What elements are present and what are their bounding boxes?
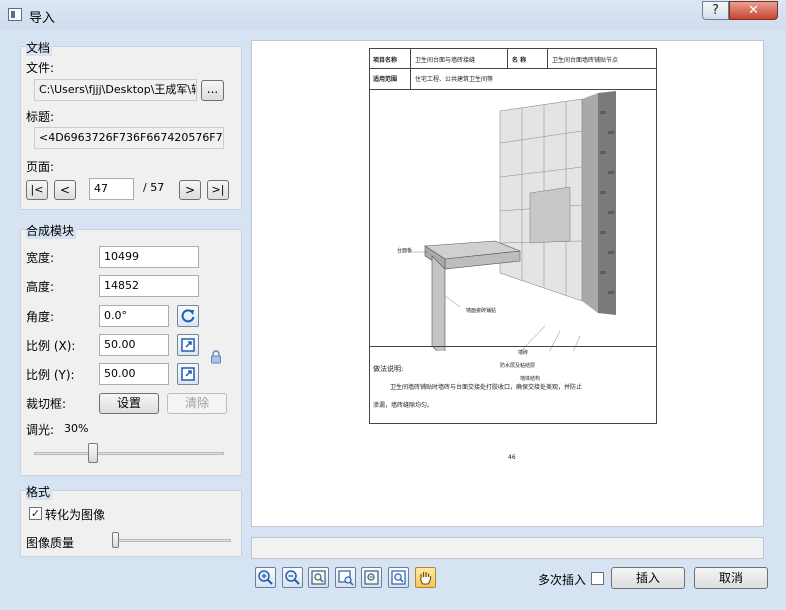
crop-set-button[interactable]: 设置 [99,393,159,414]
close-button[interactable]: ✕ [729,1,778,20]
heading-field[interactable]: <4D6963726F736F667420576F72642 [34,127,224,149]
fit-page-icon[interactable] [308,567,329,588]
import-dialog: 导入 ? ✕ 文档 文件: C:\Users\fjjj\Desktop\王成军\… [0,0,786,610]
crop-label: 裁切框: [26,397,67,411]
multi-insert-label[interactable]: 多次插入 [538,571,586,588]
page-total: / 57 [143,181,165,194]
dim-value: 30% [64,422,89,435]
header-table: 项目名称 卫生间台面与墙砖接缝 名 称 卫生间台面墙砖铺贴节点 适用范围 住宅工… [370,49,656,90]
zoom-in-icon[interactable] [255,567,276,588]
notes-divider [370,346,656,347]
app-icon [8,8,22,21]
dim-label: 调光: [26,423,55,437]
prev-page-button[interactable]: < [54,180,76,200]
insert-button[interactable]: 插入 [611,567,685,589]
scale-y-label: 比例 (Y): [26,368,75,382]
file-path-field[interactable]: C:\Users\fjjj\Desktop\王成军\辅 [34,79,197,101]
title-bar: 导入 ? ✕ [0,0,786,30]
hdr-project-value: 卫生间台面与墙砖接缝 [415,57,476,64]
hdr-scope-value: 住宅工程、公共建筑卫生间等 [415,76,494,83]
hdr-name-label: 名 称 [512,57,527,64]
callout-countertop: 台面板 [397,248,413,254]
page-label: 页面: [26,160,55,174]
heading-label: 标题: [26,110,55,124]
zoom-out-icon[interactable] [282,567,303,588]
callout-wall-tile-paving: 墙面瓷砖铺贴 [466,308,497,314]
preview-page: 项目名称 卫生间台面与墙砖接缝 名 称 卫生间台面墙砖铺贴节点 适用范围 住宅工… [369,48,657,424]
dim-slider-thumb[interactable] [88,443,98,463]
hand-icon[interactable] [415,567,436,588]
scale-x-input[interactable]: 50.00 [99,334,169,356]
hdr-scope-label: 适用范围 [373,76,398,83]
status-bar [251,537,764,559]
quality-slider-thumb[interactable] [112,532,119,548]
window-title: 导入 [29,11,56,26]
scale-y-resize-icon[interactable] [177,363,199,385]
actual-size-icon[interactable] [388,567,409,588]
next-page-button[interactable]: > [179,180,201,200]
document-group-title: 文档 [26,39,53,56]
page-number-input[interactable]: 47 [89,178,134,200]
convert-to-image-checkbox[interactable]: ✓ [29,507,42,520]
width-input[interactable]: 10499 [99,246,199,268]
quality-label: 图像质量 [26,536,75,550]
scale-x-resize-icon[interactable] [177,334,199,356]
first-page-button[interactable]: |< [26,180,48,200]
hdr-name-value: 卫生间台面墙砖铺贴节点 [552,57,619,64]
browse-button[interactable]: ... [201,80,224,101]
height-label: 高度: [26,280,55,294]
compose-group-title: 合成模块 [26,222,77,239]
preview-page-number: 46 [508,454,516,461]
fit-width-icon[interactable] [335,567,356,588]
lock-icon[interactable] [210,350,222,364]
angle-label: 角度: [26,310,55,324]
hdr-project-label: 项目名称 [373,57,398,64]
rotate-icon[interactable] [177,305,199,327]
width-label: 宽度: [26,251,55,265]
fit-height-icon[interactable] [361,567,382,588]
notes-line-1: 卫生间墙砖铺贴时墙砖与台面交接处打胶收口，确保交接处美观，并防止 [390,384,583,391]
help-button[interactable]: ? [702,1,729,20]
callout-waterproof-layer: 防水层及粘结层 [500,363,536,369]
angle-input[interactable]: 0.0° [99,305,169,327]
quality-slider-track[interactable] [113,539,231,542]
last-page-button[interactable]: >| [207,180,229,200]
scale-x-label: 比例 (X): [26,339,76,353]
preview-pane[interactable]: 项目名称 卫生间台面与墙砖接缝 名 称 卫生间台面墙砖铺贴节点 适用范围 住宅工… [251,40,764,527]
crop-clear-button[interactable]: 清除 [167,393,227,414]
convert-to-image-label[interactable]: 转化为图像 [45,506,105,523]
notes-line-2: 渗漏，墙砖缝隙均匀。 [373,402,434,409]
file-label: 文件: [26,61,55,75]
construction-illustration [408,91,616,351]
multi-insert-checkbox[interactable] [591,572,604,585]
dim-slider-track[interactable] [34,452,224,455]
callout-wall-tile: 墙砖 [518,350,529,356]
notes-title: 做法说明: [373,365,404,373]
scale-y-input[interactable]: 50.00 [99,363,169,385]
height-input[interactable]: 14852 [99,275,199,297]
format-group-title: 格式 [26,483,53,500]
callout-wall-structure: 墙体结构 [520,376,541,382]
cancel-button[interactable]: 取消 [694,567,768,589]
